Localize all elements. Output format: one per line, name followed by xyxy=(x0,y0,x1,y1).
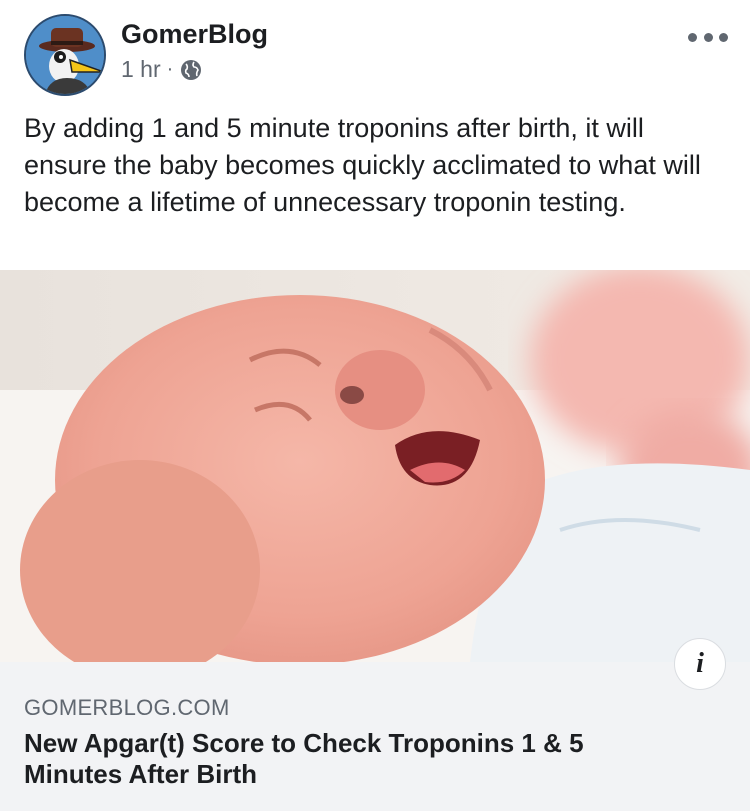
info-icon: i xyxy=(696,648,704,679)
baby-photo xyxy=(0,270,750,662)
avatar-image xyxy=(26,16,104,94)
link-preview[interactable]: GOMERBLOG.COM New Apgar(t) Score to Chec… xyxy=(0,662,750,811)
post-meta: 1 hr · xyxy=(121,56,203,83)
post-image[interactable] xyxy=(0,270,750,662)
globe-icon xyxy=(181,59,202,80)
post-header: GomerBlog 1 hr · xyxy=(0,0,750,105)
link-headline[interactable]: New Apgar(t) Score to Check Troponins 1 … xyxy=(24,728,664,790)
avatar[interactable] xyxy=(24,14,106,96)
post-timestamp[interactable]: 1 hr xyxy=(121,56,161,83)
post-text: By adding 1 and 5 minute troponins after… xyxy=(24,113,701,217)
info-button[interactable]: i xyxy=(674,638,726,690)
meta-separator: · xyxy=(166,58,174,80)
more-dot xyxy=(688,32,697,42)
more-dot xyxy=(719,32,728,42)
author-name[interactable]: GomerBlog xyxy=(121,19,268,50)
more-dot xyxy=(703,32,713,42)
more-options-icon[interactable] xyxy=(688,22,728,52)
link-domain: GOMERBLOG.COM xyxy=(24,695,230,720)
